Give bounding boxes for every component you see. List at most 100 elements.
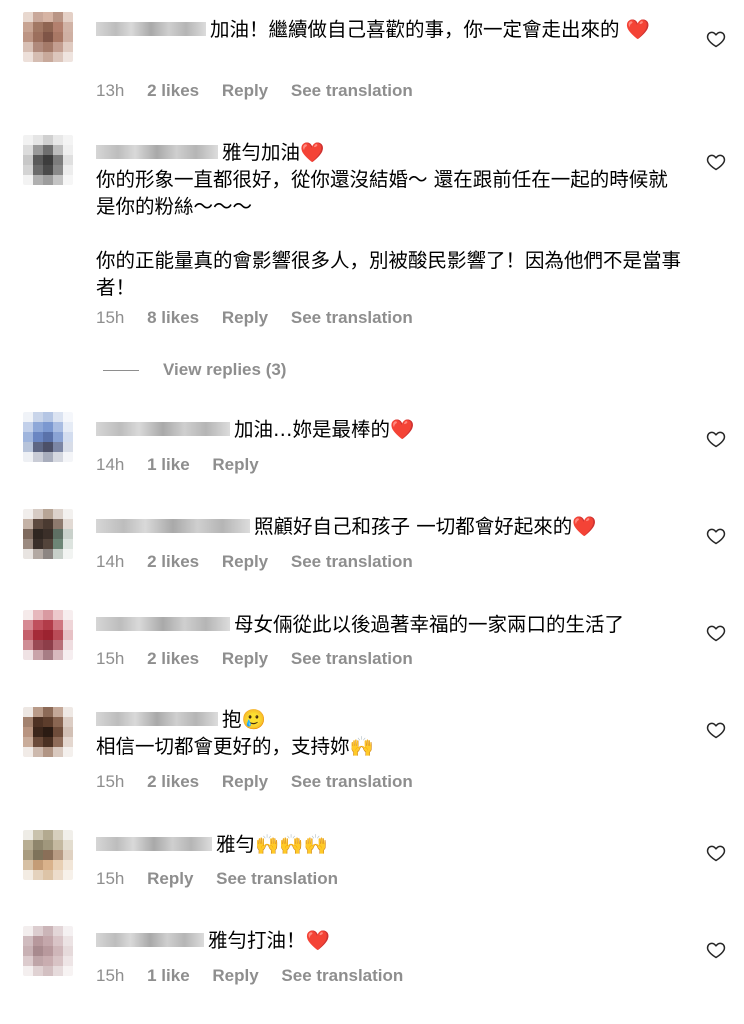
- reply-button[interactable]: Reply: [222, 649, 268, 669]
- avatar-pixel: [63, 175, 73, 185]
- avatar-pixel: [23, 539, 33, 549]
- avatar-pixel: [63, 946, 73, 956]
- likes-count[interactable]: 1 like: [147, 455, 190, 475]
- view-replies-button[interactable]: View replies (3): [103, 360, 286, 380]
- avatar[interactable]: [23, 412, 73, 462]
- reply-button[interactable]: Reply: [222, 552, 268, 572]
- avatar-pixel: [33, 145, 43, 155]
- avatar-pixel: [23, 442, 33, 452]
- username[interactable]: [96, 711, 218, 726]
- avatar-pixel: [43, 412, 53, 422]
- avatar-pixel: [53, 966, 63, 976]
- avatar-pixel: [63, 412, 73, 422]
- username[interactable]: [96, 616, 230, 631]
- see-translation-button[interactable]: See translation: [216, 869, 338, 889]
- heart-outline-icon[interactable]: [706, 940, 726, 960]
- reply-button[interactable]: Reply: [212, 966, 258, 986]
- avatar-pixel: [43, 630, 53, 640]
- heart-outline-icon[interactable]: [706, 429, 726, 449]
- reply-button[interactable]: Reply: [147, 869, 193, 889]
- avatar-pixel: [63, 840, 73, 850]
- avatar-pixel: [33, 452, 43, 462]
- avatar-pixel: [63, 52, 73, 62]
- reply-button[interactable]: Reply: [212, 455, 258, 475]
- avatar-pixel: [63, 956, 73, 966]
- heart-outline-icon[interactable]: [706, 526, 726, 546]
- see-translation-button[interactable]: See translation: [291, 81, 413, 101]
- username[interactable]: [96, 518, 250, 533]
- see-translation-button[interactable]: See translation: [291, 308, 413, 328]
- avatar-pixel: [23, 870, 33, 880]
- username[interactable]: [96, 932, 204, 947]
- avatar-pixel: [43, 860, 53, 870]
- comment-text: 雅勻打油！❤️: [208, 929, 330, 952]
- avatar-pixel: [63, 452, 73, 462]
- avatar[interactable]: [23, 610, 73, 660]
- avatar-pixel: [43, 966, 53, 976]
- avatar-pixel: [33, 519, 43, 529]
- avatar-pixel: [63, 747, 73, 757]
- see-translation-button[interactable]: See translation: [291, 552, 413, 572]
- comment-text: 雅勻加油❤️ 你的形象一直都很好，從你還沒結婚～ 還在跟前任在一起的時候就是你的…: [96, 141, 682, 299]
- username[interactable]: [96, 421, 230, 436]
- avatar-pixel: [33, 620, 43, 630]
- avatar-pixel: [43, 870, 53, 880]
- avatar-pixel: [33, 860, 43, 870]
- avatar-pixel: [23, 946, 33, 956]
- heart-outline-icon[interactable]: [706, 623, 726, 643]
- comment-meta: 14h 1 like Reply: [96, 455, 277, 475]
- reply-button[interactable]: Reply: [222, 81, 268, 101]
- avatar-pixel: [33, 610, 43, 620]
- comment-text: 雅勻🙌🙌🙌: [216, 833, 328, 856]
- heart-outline-icon[interactable]: [706, 152, 726, 172]
- avatar-pixel: [43, 432, 53, 442]
- avatar-pixel: [53, 747, 63, 757]
- avatar-pixel: [43, 830, 53, 840]
- likes-count[interactable]: 2 likes: [147, 649, 199, 669]
- likes-count[interactable]: 8 likes: [147, 308, 199, 328]
- avatar-pixel: [53, 737, 63, 747]
- avatar-pixel: [53, 145, 63, 155]
- avatar-pixel: [53, 650, 63, 660]
- avatar-pixel: [33, 442, 43, 452]
- avatar-pixel: [43, 539, 53, 549]
- avatar[interactable]: [23, 12, 73, 62]
- avatar[interactable]: [23, 707, 73, 757]
- see-translation-button[interactable]: See translation: [291, 772, 413, 792]
- heart-outline-icon[interactable]: [706, 720, 726, 740]
- likes-count[interactable]: 1 like: [147, 966, 190, 986]
- avatar-pixel: [63, 870, 73, 880]
- likes-count[interactable]: 2 likes: [147, 552, 199, 572]
- comment-text: 母女倆從此以後過著幸福的一家兩口的生活了: [234, 613, 625, 636]
- avatar-pixel: [23, 452, 33, 462]
- likes-count[interactable]: 2 likes: [147, 772, 199, 792]
- avatar-pixel: [23, 519, 33, 529]
- avatar-pixel: [43, 707, 53, 717]
- see-translation-button[interactable]: See translation: [291, 649, 413, 669]
- avatar-pixel: [43, 529, 53, 539]
- see-translation-button[interactable]: See translation: [281, 966, 403, 986]
- username[interactable]: [96, 836, 212, 851]
- heart-outline-icon[interactable]: [706, 29, 726, 49]
- avatar-pixel: [53, 727, 63, 737]
- username[interactable]: [96, 21, 206, 36]
- avatar-pixel: [33, 175, 43, 185]
- avatar-pixel: [23, 966, 33, 976]
- avatar[interactable]: [23, 830, 73, 880]
- reply-button[interactable]: Reply: [222, 308, 268, 328]
- reply-button[interactable]: Reply: [222, 772, 268, 792]
- avatar[interactable]: [23, 135, 73, 185]
- avatar-pixel: [63, 165, 73, 175]
- avatar-pixel: [53, 432, 63, 442]
- avatar-pixel: [23, 549, 33, 559]
- username[interactable]: [96, 144, 218, 159]
- avatar-pixel: [63, 630, 73, 640]
- avatar[interactable]: [23, 926, 73, 976]
- avatar-pixel: [63, 850, 73, 860]
- avatar-pixel: [43, 32, 53, 42]
- avatar[interactable]: [23, 509, 73, 559]
- avatar-pixel: [63, 620, 73, 630]
- likes-count[interactable]: 2 likes: [147, 81, 199, 101]
- avatar-pixel: [33, 529, 43, 539]
- heart-outline-icon[interactable]: [706, 843, 726, 863]
